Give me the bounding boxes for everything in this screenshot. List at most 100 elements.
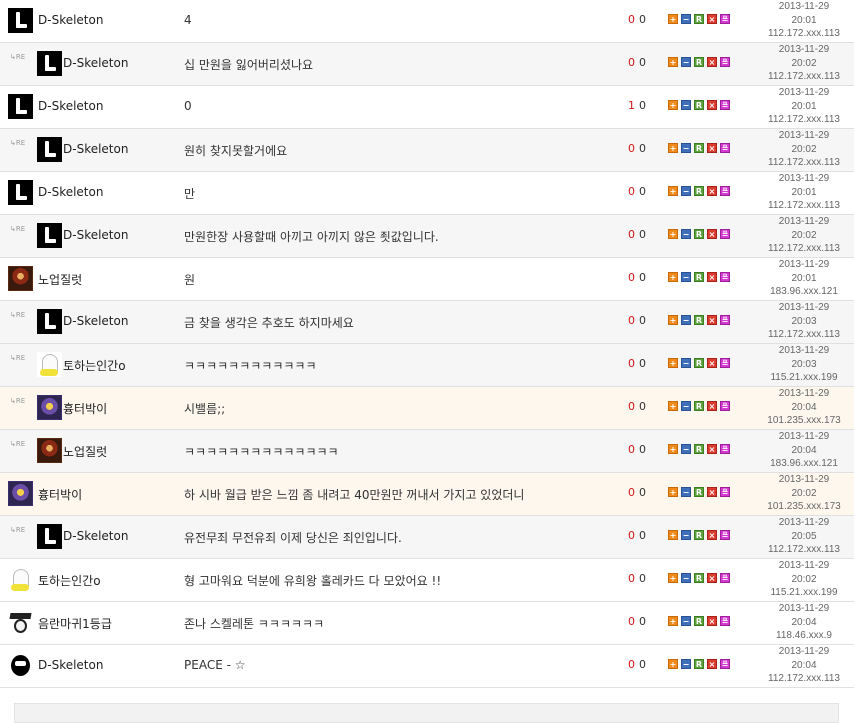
- delete-icon[interactable]: ×: [707, 401, 717, 411]
- avatar[interactable]: [8, 653, 33, 678]
- avatar[interactable]: [37, 223, 62, 248]
- comment-author[interactable]: D-Skeleton: [63, 56, 128, 70]
- delete-icon[interactable]: ×: [707, 315, 717, 325]
- report-icon[interactable]: R: [694, 57, 704, 67]
- profile-icon[interactable]: ≞: [720, 530, 730, 540]
- delete-icon[interactable]: ×: [707, 487, 717, 497]
- plus-icon[interactable]: +: [668, 401, 678, 411]
- avatar[interactable]: [37, 51, 62, 76]
- delete-icon[interactable]: ×: [707, 272, 717, 282]
- profile-icon[interactable]: ≞: [720, 57, 730, 67]
- delete-icon[interactable]: ×: [707, 143, 717, 153]
- report-icon[interactable]: R: [694, 229, 704, 239]
- profile-icon[interactable]: ≞: [720, 358, 730, 368]
- report-icon[interactable]: R: [694, 315, 704, 325]
- minus-icon[interactable]: −: [681, 487, 691, 497]
- plus-icon[interactable]: +: [668, 100, 678, 110]
- comment-author[interactable]: D-Skeleton: [38, 185, 103, 199]
- avatar[interactable]: [37, 524, 62, 549]
- report-icon[interactable]: R: [694, 444, 704, 454]
- delete-icon[interactable]: ×: [707, 229, 717, 239]
- delete-icon[interactable]: ×: [707, 14, 717, 24]
- delete-icon[interactable]: ×: [707, 186, 717, 196]
- plus-icon[interactable]: +: [668, 573, 678, 583]
- comment-author[interactable]: 토하는인간o: [38, 572, 101, 589]
- avatar[interactable]: [8, 8, 33, 33]
- comment-author[interactable]: 노업질럿: [38, 271, 82, 288]
- plus-icon[interactable]: +: [668, 315, 678, 325]
- comment-author[interactable]: D-Skeleton: [38, 99, 103, 113]
- report-icon[interactable]: R: [694, 358, 704, 368]
- avatar[interactable]: [37, 137, 62, 162]
- avatar[interactable]: [8, 481, 33, 506]
- minus-icon[interactable]: −: [681, 444, 691, 454]
- minus-icon[interactable]: −: [681, 143, 691, 153]
- plus-icon[interactable]: +: [668, 272, 678, 282]
- avatar[interactable]: [8, 610, 33, 635]
- profile-icon[interactable]: ≞: [720, 315, 730, 325]
- plus-icon[interactable]: +: [668, 530, 678, 540]
- avatar[interactable]: [8, 266, 33, 291]
- delete-icon[interactable]: ×: [707, 616, 717, 626]
- report-icon[interactable]: R: [694, 272, 704, 282]
- report-icon[interactable]: R: [694, 487, 704, 497]
- plus-icon[interactable]: +: [668, 358, 678, 368]
- comment-author[interactable]: D-Skeleton: [63, 142, 128, 156]
- avatar[interactable]: [37, 309, 62, 334]
- minus-icon[interactable]: −: [681, 14, 691, 24]
- plus-icon[interactable]: +: [668, 616, 678, 626]
- avatar[interactable]: [37, 395, 62, 420]
- comment-author[interactable]: D-Skeleton: [63, 228, 128, 242]
- delete-icon[interactable]: ×: [707, 358, 717, 368]
- profile-icon[interactable]: ≞: [720, 659, 730, 669]
- report-icon[interactable]: R: [694, 573, 704, 583]
- delete-icon[interactable]: ×: [707, 444, 717, 454]
- comment-author[interactable]: 흉터박이: [63, 400, 107, 417]
- minus-icon[interactable]: −: [681, 530, 691, 540]
- plus-icon[interactable]: +: [668, 143, 678, 153]
- delete-icon[interactable]: ×: [707, 530, 717, 540]
- report-icon[interactable]: R: [694, 616, 704, 626]
- minus-icon[interactable]: −: [681, 573, 691, 583]
- delete-icon[interactable]: ×: [707, 100, 717, 110]
- comment-author[interactable]: D-Skeleton: [38, 13, 103, 27]
- report-icon[interactable]: R: [694, 14, 704, 24]
- minus-icon[interactable]: −: [681, 401, 691, 411]
- report-icon[interactable]: R: [694, 186, 704, 196]
- comment-author[interactable]: 흉터박이: [38, 486, 82, 503]
- profile-icon[interactable]: ≞: [720, 143, 730, 153]
- report-icon[interactable]: R: [694, 100, 704, 110]
- delete-icon[interactable]: ×: [707, 57, 717, 67]
- minus-icon[interactable]: −: [681, 186, 691, 196]
- comment-author[interactable]: D-Skeleton: [38, 658, 103, 672]
- report-icon[interactable]: R: [694, 530, 704, 540]
- plus-icon[interactable]: +: [668, 659, 678, 669]
- profile-icon[interactable]: ≞: [720, 487, 730, 497]
- profile-icon[interactable]: ≞: [720, 573, 730, 583]
- report-icon[interactable]: R: [694, 401, 704, 411]
- profile-icon[interactable]: ≞: [720, 272, 730, 282]
- profile-icon[interactable]: ≞: [720, 229, 730, 239]
- avatar[interactable]: [8, 94, 33, 119]
- profile-icon[interactable]: ≞: [720, 186, 730, 196]
- comment-author[interactable]: 음란마귀1등급: [38, 615, 112, 632]
- comment-write-box[interactable]: [14, 703, 839, 723]
- comment-author[interactable]: D-Skeleton: [63, 529, 128, 543]
- minus-icon[interactable]: −: [681, 57, 691, 67]
- plus-icon[interactable]: +: [668, 444, 678, 454]
- plus-icon[interactable]: +: [668, 229, 678, 239]
- avatar[interactable]: [37, 352, 62, 377]
- minus-icon[interactable]: −: [681, 659, 691, 669]
- profile-icon[interactable]: ≞: [720, 14, 730, 24]
- minus-icon[interactable]: −: [681, 100, 691, 110]
- plus-icon[interactable]: +: [668, 57, 678, 67]
- profile-icon[interactable]: ≞: [720, 401, 730, 411]
- plus-icon[interactable]: +: [668, 14, 678, 24]
- report-icon[interactable]: R: [694, 143, 704, 153]
- delete-icon[interactable]: ×: [707, 573, 717, 583]
- profile-icon[interactable]: ≞: [720, 100, 730, 110]
- plus-icon[interactable]: +: [668, 186, 678, 196]
- avatar[interactable]: [37, 438, 62, 463]
- report-icon[interactable]: R: [694, 659, 704, 669]
- comment-author[interactable]: 노업질럿: [63, 443, 107, 460]
